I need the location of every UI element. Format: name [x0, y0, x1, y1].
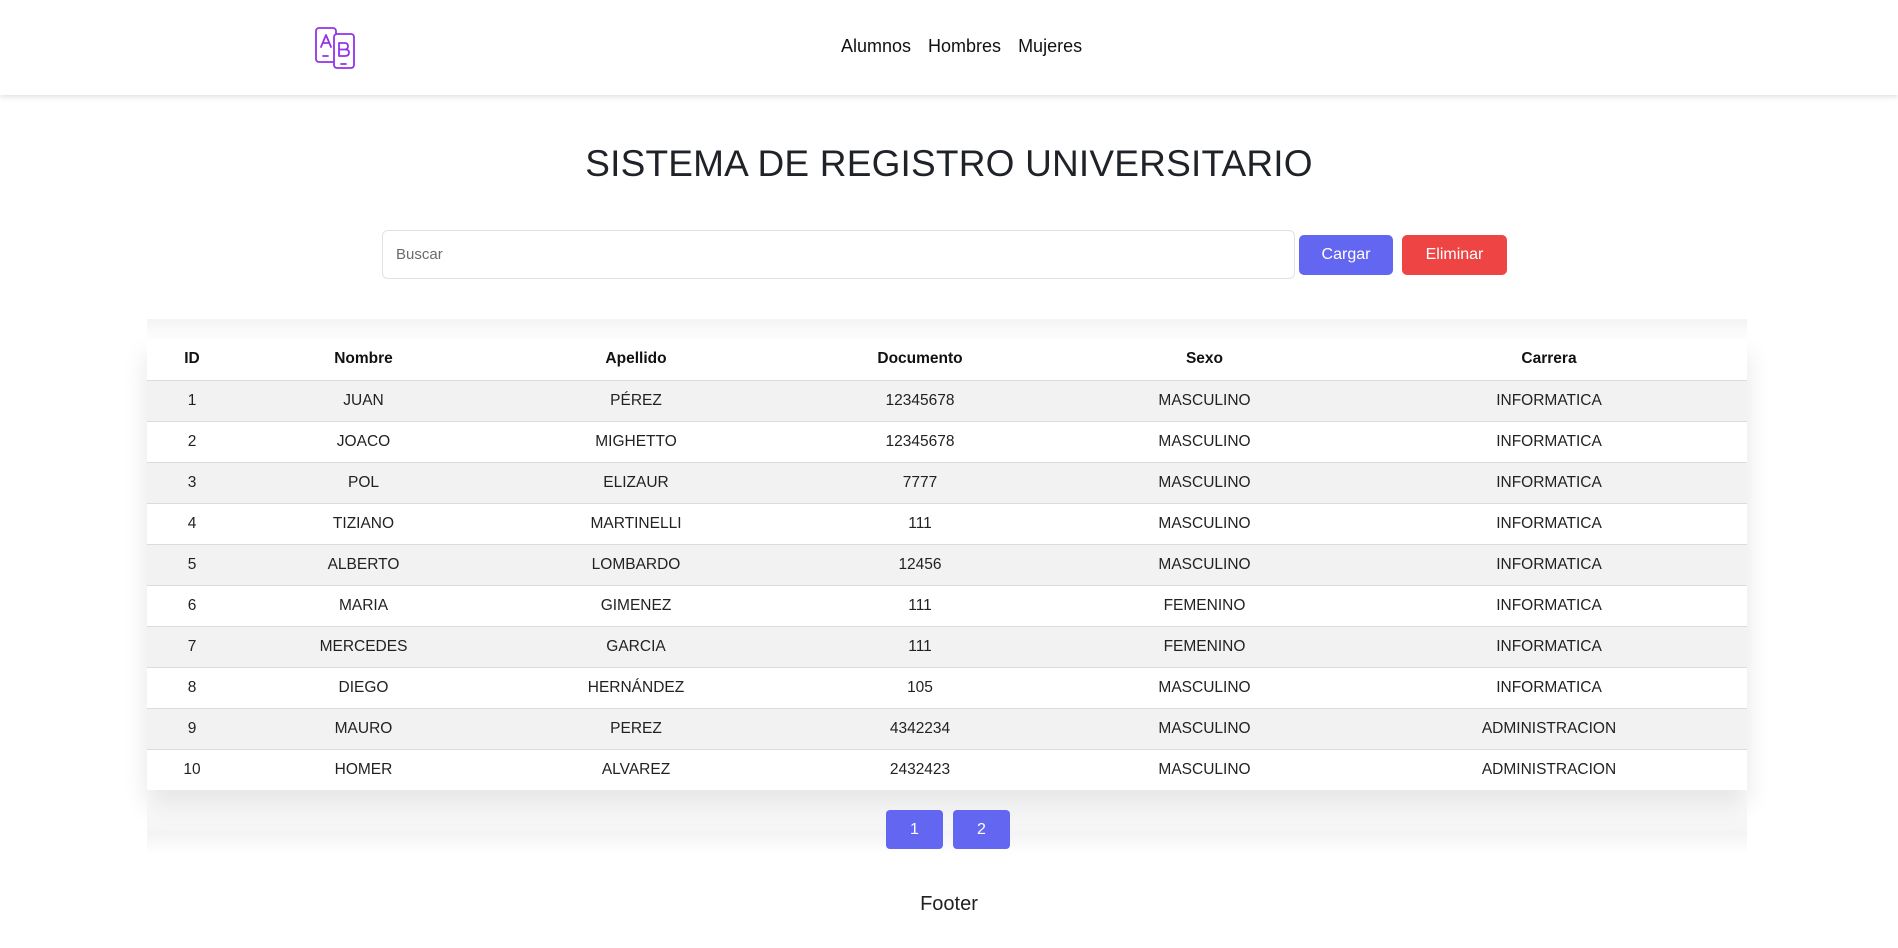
- cell-id: 3: [147, 461, 237, 503]
- table-row[interactable]: 8 DIEGO HERNÁNDEZ 105 MASCULINO INFORMAT…: [147, 666, 1747, 708]
- delete-button[interactable]: Eliminar: [1402, 235, 1507, 275]
- cell-apellido: PEREZ: [490, 707, 782, 749]
- table-row[interactable]: 1 JUAN PÉREZ 12345678 MASCULINO INFORMAT…: [147, 379, 1747, 421]
- cell-id: 7: [147, 625, 237, 667]
- cell-carrera: INFORMATICA: [1351, 584, 1747, 626]
- column-header-carrera[interactable]: Carrera: [1351, 339, 1747, 380]
- cell-documento: 111: [782, 502, 1058, 544]
- main-nav: Alumnos Hombres Mujeres: [841, 36, 1082, 57]
- cell-sexo: MASCULINO: [1058, 707, 1351, 749]
- cell-sexo: MASCULINO: [1058, 748, 1351, 790]
- cell-apellido: GARCIA: [490, 625, 782, 667]
- cell-nombre: MERCEDES: [237, 625, 490, 667]
- cell-carrera: INFORMATICA: [1351, 379, 1747, 421]
- cell-id: 6: [147, 584, 237, 626]
- cell-apellido: PÉREZ: [490, 379, 782, 421]
- table-row[interactable]: 7 MERCEDES GARCIA 111 FEMENINO INFORMATI…: [147, 625, 1747, 667]
- cell-sexo: FEMENINO: [1058, 625, 1351, 667]
- cell-nombre: POL: [237, 461, 490, 503]
- cell-nombre: ALBERTO: [237, 543, 490, 585]
- cell-nombre: MAURO: [237, 707, 490, 749]
- table-row[interactable]: 4 TIZIANO MARTINELLI 111 MASCULINO INFOR…: [147, 502, 1747, 544]
- table-row[interactable]: 2 JOACO MIGHETTO 12345678 MASCULINO INFO…: [147, 420, 1747, 462]
- cell-id: 4: [147, 502, 237, 544]
- cell-apellido: MIGHETTO: [490, 420, 782, 462]
- cell-carrera: INFORMATICA: [1351, 502, 1747, 544]
- students-table: ID Nombre Apellido Documento Sexo Carrer…: [147, 339, 1747, 790]
- cell-carrera: ADMINISTRACION: [1351, 748, 1747, 790]
- cell-apellido: GIMENEZ: [490, 584, 782, 626]
- cell-nombre: DIEGO: [237, 666, 490, 708]
- cell-apellido: ALVAREZ: [490, 748, 782, 790]
- cell-sexo: MASCULINO: [1058, 420, 1351, 462]
- cell-documento: 111: [782, 625, 1058, 667]
- table-row[interactable]: 5 ALBERTO LOMBARDO 12456 MASCULINO INFOR…: [147, 543, 1747, 585]
- cell-documento: 4342234: [782, 707, 1058, 749]
- cell-documento: 2432423: [782, 748, 1058, 790]
- cell-sexo: MASCULINO: [1058, 379, 1351, 421]
- table-row[interactable]: 6 MARIA GIMENEZ 111 FEMENINO INFORMATICA: [147, 584, 1747, 626]
- cell-documento: 12345678: [782, 420, 1058, 462]
- cell-id: 1: [147, 379, 237, 421]
- table-header-row: ID Nombre Apellido Documento Sexo Carrer…: [147, 339, 1747, 380]
- cell-carrera: INFORMATICA: [1351, 420, 1747, 462]
- cell-carrera: INFORMATICA: [1351, 543, 1747, 585]
- cell-id: 2: [147, 420, 237, 462]
- cell-nombre: HOMER: [237, 748, 490, 790]
- column-header-id[interactable]: ID: [147, 339, 237, 380]
- cell-apellido: HERNÁNDEZ: [490, 666, 782, 708]
- ab-language-icon[interactable]: [314, 26, 358, 70]
- column-header-apellido[interactable]: Apellido: [490, 339, 782, 380]
- column-header-nombre[interactable]: Nombre: [237, 339, 490, 380]
- load-button[interactable]: Cargar: [1299, 235, 1393, 275]
- nav-link-mujeres[interactable]: Mujeres: [1018, 36, 1082, 57]
- students-table-card: ID Nombre Apellido Documento Sexo Carrer…: [147, 319, 1747, 854]
- cell-documento: 12345678: [782, 379, 1058, 421]
- cell-nombre: MARIA: [237, 584, 490, 626]
- cell-id: 5: [147, 543, 237, 585]
- cell-sexo: MASCULINO: [1058, 543, 1351, 585]
- cell-documento: 105: [782, 666, 1058, 708]
- cell-id: 8: [147, 666, 237, 708]
- cell-nombre: TIZIANO: [237, 502, 490, 544]
- cell-documento: 12456: [782, 543, 1058, 585]
- table-row[interactable]: 10 HOMER ALVAREZ 2432423 MASCULINO ADMIN…: [147, 748, 1747, 790]
- page-button-2[interactable]: 2: [953, 810, 1010, 849]
- cell-sexo: MASCULINO: [1058, 461, 1351, 503]
- pagination: 1 2: [886, 810, 1010, 849]
- cell-carrera: INFORMATICA: [1351, 625, 1747, 667]
- column-header-documento[interactable]: Documento: [782, 339, 1058, 380]
- cell-nombre: JUAN: [237, 379, 490, 421]
- nav-link-alumnos[interactable]: Alumnos: [841, 36, 911, 57]
- footer: Footer: [920, 893, 978, 915]
- cell-sexo: MASCULINO: [1058, 502, 1351, 544]
- cell-documento: 7777: [782, 461, 1058, 503]
- cell-documento: 111: [782, 584, 1058, 626]
- search-input[interactable]: [382, 230, 1295, 279]
- cell-nombre: JOACO: [237, 420, 490, 462]
- cell-apellido: ELIZAUR: [490, 461, 782, 503]
- cell-id: 10: [147, 748, 237, 790]
- cell-id: 9: [147, 707, 237, 749]
- table-row[interactable]: 3 POL ELIZAUR 7777 MASCULINO INFORMATICA: [147, 461, 1747, 503]
- cell-sexo: FEMENINO: [1058, 584, 1351, 626]
- page-button-1[interactable]: 1: [886, 810, 943, 849]
- cell-carrera: INFORMATICA: [1351, 461, 1747, 503]
- column-header-sexo[interactable]: Sexo: [1058, 339, 1351, 380]
- navbar: Alumnos Hombres Mujeres: [0, 0, 1898, 95]
- cell-carrera: ADMINISTRACION: [1351, 707, 1747, 749]
- cell-sexo: MASCULINO: [1058, 666, 1351, 708]
- page-title: SISTEMA DE REGISTRO UNIVERSITARIO: [585, 143, 1313, 184]
- table-row[interactable]: 9 MAURO PEREZ 4342234 MASCULINO ADMINIST…: [147, 707, 1747, 749]
- cell-carrera: INFORMATICA: [1351, 666, 1747, 708]
- nav-link-hombres[interactable]: Hombres: [928, 36, 1001, 57]
- cell-apellido: LOMBARDO: [490, 543, 782, 585]
- cell-apellido: MARTINELLI: [490, 502, 782, 544]
